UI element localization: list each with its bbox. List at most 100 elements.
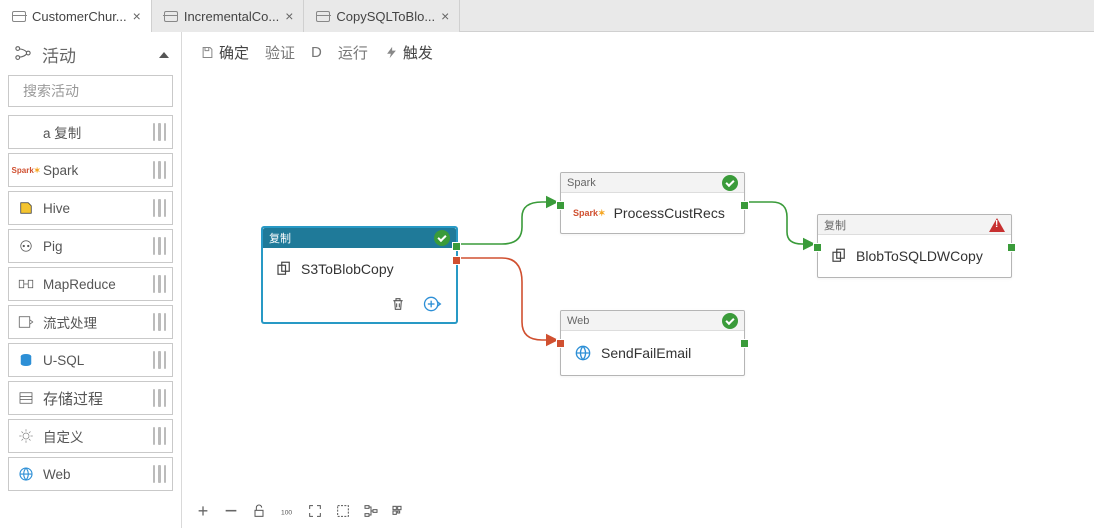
drag-handle-icon[interactable] (153, 427, 167, 445)
status-ok-icon (722, 175, 738, 191)
canvas-area: 确定 验证 D 运行 触发 (182, 32, 1094, 528)
status-ok-icon (434, 230, 450, 246)
main-area: 活动 a 复制 Spark✶ Spark Hive (0, 32, 1094, 528)
stream-icon (17, 313, 35, 331)
tab-customerchurn[interactable]: CustomerChur... × (0, 0, 152, 32)
save-button[interactable]: 确定 (194, 38, 255, 67)
fit-button[interactable] (306, 502, 324, 520)
copy-icon (17, 123, 35, 141)
activity-label: Web (43, 467, 145, 482)
copy-activity-icon (275, 260, 293, 278)
lock-button[interactable] (250, 502, 268, 520)
drag-handle-icon[interactable] (153, 123, 167, 141)
drag-handle-icon[interactable] (153, 237, 167, 255)
drag-handle-icon[interactable] (153, 275, 167, 293)
activity-mapreduce[interactable]: MapReduce (8, 267, 173, 301)
activity-pig[interactable]: Pig (8, 229, 173, 263)
close-icon[interactable]: × (285, 8, 293, 24)
activity-copy[interactable]: a 复制 (8, 115, 173, 149)
autolayout-button[interactable] (362, 502, 380, 520)
status-ok-icon (722, 313, 738, 329)
spark-icon: Spark✶ (17, 161, 35, 179)
run-button[interactable]: 运行 (332, 38, 374, 67)
pipeline-canvas[interactable]: 复制 S3ToBlobCopy Spark (182, 72, 1094, 528)
drag-handle-icon[interactable] (153, 161, 167, 179)
drag-handle-icon[interactable] (153, 465, 167, 483)
sproc-icon (17, 389, 35, 407)
activity-custom[interactable]: 自定义 (8, 419, 173, 453)
close-icon[interactable]: × (133, 8, 141, 24)
node-name: SendFailEmail (601, 345, 691, 361)
trigger-button[interactable]: 触发 (378, 38, 439, 67)
svg-text:100: 100 (281, 509, 292, 516)
activity-label: Spark (43, 163, 145, 178)
node-name: ProcessCustRecs (614, 205, 725, 221)
port-input[interactable] (556, 339, 565, 348)
zoom-out-button[interactable]: − (222, 502, 240, 520)
node-processcustrecs[interactable]: Spark Spark✶ ProcessCustRecs (560, 172, 745, 234)
web-icon (573, 343, 593, 363)
activities-sidebar: 活动 a 复制 Spark✶ Spark Hive (0, 32, 182, 528)
drag-handle-icon[interactable] (153, 351, 167, 369)
search-input[interactable] (23, 83, 204, 99)
activities-list: a 复制 Spark✶ Spark Hive Pig MapReduce (0, 115, 181, 528)
tab-label: IncrementalCo... (184, 9, 279, 24)
spark-icon: Spark✶ (573, 208, 606, 219)
add-output-icon[interactable] (422, 294, 442, 314)
node-type-label: 复制 (269, 230, 291, 246)
port-success[interactable] (740, 339, 749, 348)
drag-handle-icon[interactable] (153, 199, 167, 217)
node-s3toblobcopy[interactable]: 复制 S3ToBlobCopy (262, 227, 457, 323)
canvas-controls: + − 100 (194, 502, 408, 520)
tab-copysqltoblob[interactable]: CopySQLToBlo... × (304, 0, 460, 32)
chevron-up-icon (159, 52, 169, 58)
validate-button[interactable]: 验证 (259, 38, 301, 67)
mapreduce-icon (17, 275, 35, 293)
copy-activity-icon (830, 247, 848, 265)
activity-storedproc[interactable]: 存储过程 (8, 381, 173, 415)
activity-label: Hive (43, 201, 145, 216)
drag-handle-icon[interactable] (153, 389, 167, 407)
activity-hive[interactable]: Hive (8, 191, 173, 225)
activities-icon (14, 44, 32, 65)
activity-streaming[interactable]: 流式处理 (8, 305, 173, 339)
tab-label: CopySQLToBlo... (336, 9, 435, 24)
activity-spark[interactable]: Spark✶ Spark (8, 153, 173, 187)
delete-icon[interactable] (390, 296, 406, 312)
zoom-in-button[interactable]: + (194, 502, 212, 520)
minimap-button[interactable] (390, 502, 408, 520)
port-input[interactable] (813, 243, 822, 252)
status-warn-icon (989, 218, 1005, 232)
close-icon[interactable]: × (441, 8, 449, 24)
port-success[interactable] (740, 201, 749, 210)
pipeline-icon (164, 11, 178, 22)
port-input[interactable] (556, 201, 565, 210)
pipeline-icon (316, 11, 330, 22)
sidebar-title: 活动 (42, 42, 149, 67)
node-name: S3ToBlobCopy (301, 261, 394, 277)
custom-icon (17, 427, 35, 445)
zoom-100-button[interactable]: 100 (278, 502, 296, 520)
debug-button[interactable]: D (305, 40, 328, 65)
port-success[interactable] (452, 242, 461, 251)
hive-icon (17, 199, 35, 217)
port-failure[interactable] (452, 256, 461, 265)
node-name: BlobToSQLDWCopy (856, 248, 983, 264)
node-sendfailemail[interactable]: Web SendFailEmail (560, 310, 745, 376)
fullscreen-button[interactable] (334, 502, 352, 520)
sidebar-header[interactable]: 活动 (0, 32, 181, 75)
activity-web[interactable]: Web (8, 457, 173, 491)
search-activities[interactable] (8, 75, 173, 107)
tab-bar: CustomerChur... × IncrementalCo... × Cop… (0, 0, 1094, 32)
node-blobtosqldwcopy[interactable]: 复制 BlobToSQLDWCopy (817, 214, 1012, 278)
run-label: 运行 (338, 42, 368, 63)
port-success[interactable] (1007, 243, 1016, 252)
trigger-label: 触发 (403, 42, 433, 63)
activity-usql[interactable]: U-SQL (8, 343, 173, 377)
web-icon (17, 465, 35, 483)
pipeline-icon (12, 11, 26, 22)
tab-incrementalcopy[interactable]: IncrementalCo... × (152, 0, 305, 32)
drag-handle-icon[interactable] (153, 313, 167, 331)
activity-label: MapReduce (43, 277, 145, 292)
pig-icon (17, 237, 35, 255)
